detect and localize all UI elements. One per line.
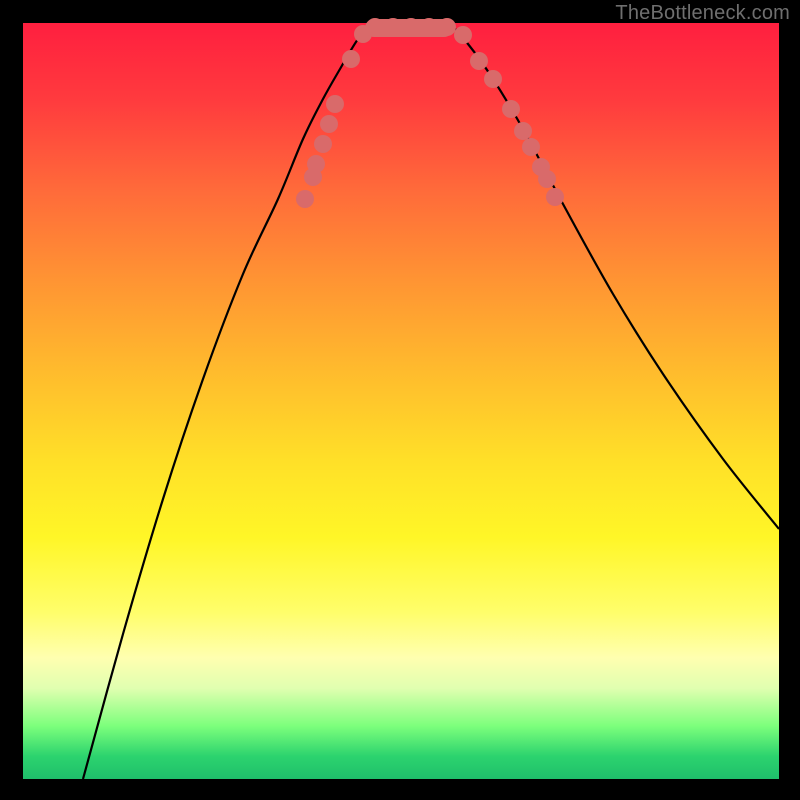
scatter-point (326, 95, 344, 113)
scatter-point (514, 122, 532, 140)
scatter-point (454, 26, 472, 44)
scatter-point (384, 18, 402, 36)
scatter-point (470, 52, 488, 70)
scatter-point (522, 138, 540, 156)
scatter-point (546, 188, 564, 206)
scatter-point (366, 18, 384, 36)
scatter-point (420, 18, 438, 36)
scatter-point (314, 135, 332, 153)
scatter-point (307, 155, 325, 173)
scatter-point (484, 70, 502, 88)
chart-svg (23, 23, 779, 779)
scatter-point (342, 50, 360, 68)
bottleneck-curve (83, 21, 779, 779)
scatter-point (502, 100, 520, 118)
scatter-point (320, 115, 338, 133)
scatter-point (296, 190, 314, 208)
scatter-point (438, 18, 456, 36)
scatter-point (402, 18, 420, 36)
watermark-text: TheBottleneck.com (615, 2, 790, 25)
plot-area (23, 23, 779, 779)
chart-frame: TheBottleneck.com (0, 0, 800, 800)
scatter-point (538, 170, 556, 188)
scatter-markers (296, 18, 564, 208)
